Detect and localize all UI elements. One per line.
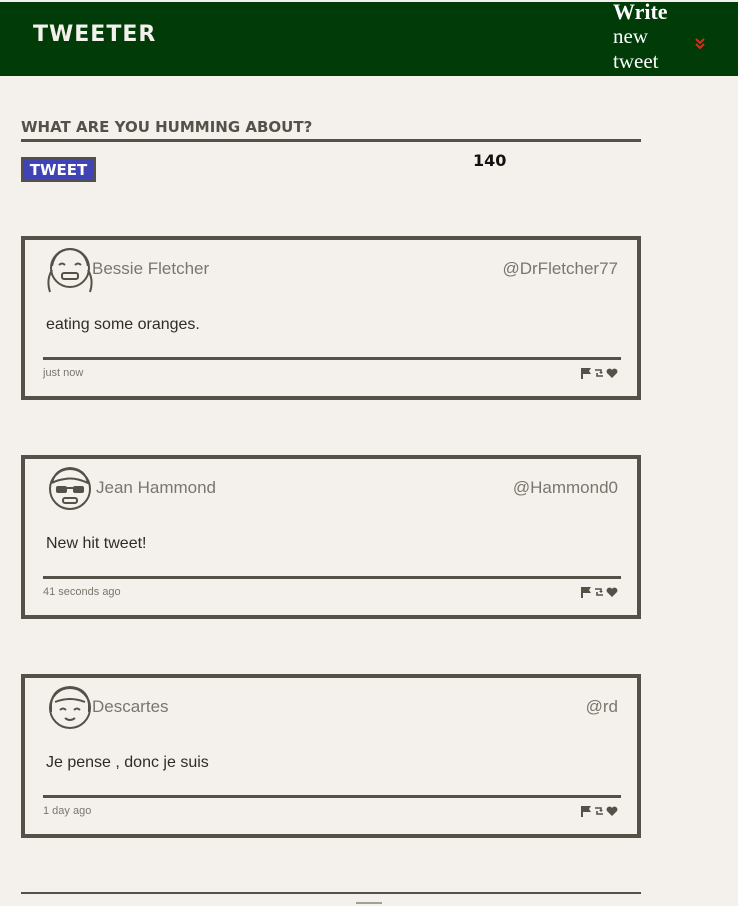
tweet-actions	[580, 368, 618, 382]
flag-icon[interactable]	[580, 366, 592, 384]
character-counter: 140	[473, 151, 507, 170]
tweet-text: eating some oranges.	[46, 316, 200, 333]
tweet-author-handle: @rd	[585, 697, 618, 716]
avatar-sunglasses-icon	[49, 466, 91, 510]
scroll-handle[interactable]	[356, 902, 382, 904]
tweet-divider	[43, 576, 621, 579]
heart-icon[interactable]	[606, 804, 618, 822]
tweet-actions	[580, 806, 618, 820]
retweet-icon[interactable]	[593, 804, 605, 822]
tweet-card: Bessie Fletcher @DrFletcher77 eating som…	[21, 236, 641, 400]
tweet-timestamp: 41 seconds ago	[43, 586, 121, 598]
tweet-submit-button[interactable]: TWEET	[21, 157, 96, 182]
avatar-girl-pigtails-icon	[47, 247, 93, 293]
brand-logo: TWEETER	[33, 22, 157, 47]
tweet-author-name: Jean Hammond	[96, 478, 217, 497]
write-label-line2: new	[613, 24, 648, 48]
top-nav-bar: TWEETER Write new tweet	[0, 0, 738, 76]
compose-tweet-input[interactable]	[21, 118, 641, 142]
chevron-double-down-icon[interactable]	[693, 35, 707, 51]
flag-icon[interactable]	[580, 804, 592, 822]
tweet-card: Jean Hammond @Hammond0 New hit tweet! 41…	[21, 455, 641, 619]
tweet-author-name: Bessie Fletcher	[92, 259, 210, 278]
write-label-line1: Write	[613, 0, 668, 24]
heart-icon[interactable]	[606, 366, 618, 384]
write-new-tweet-button[interactable]: Write new tweet	[613, 0, 668, 74]
tweet-divider	[43, 357, 621, 360]
footer-divider	[21, 892, 641, 894]
write-label-line3: tweet	[613, 49, 659, 73]
tweet-card: Descartes @rd Je pense , donc je suis 1 …	[21, 674, 641, 838]
tweet-author-handle: @DrFletcher77	[502, 259, 618, 278]
tweet-text: Je pense , donc je suis	[46, 754, 209, 771]
tweet-actions	[580, 587, 618, 601]
heart-icon[interactable]	[606, 585, 618, 603]
tweet-timestamp: 1 day ago	[43, 805, 92, 817]
retweet-icon[interactable]	[593, 585, 605, 603]
tweet-timestamp: just now	[43, 367, 84, 379]
tweet-divider	[43, 795, 621, 798]
flag-icon[interactable]	[580, 585, 592, 603]
compose-tweet-form: TWEET 140	[21, 118, 641, 182]
tweet-text: New hit tweet!	[46, 535, 147, 552]
avatar-bob-hair-icon	[49, 685, 91, 729]
tweet-author-name: Descartes	[92, 697, 169, 716]
retweet-icon[interactable]	[593, 366, 605, 384]
tweet-author-handle: @Hammond0	[512, 478, 618, 497]
